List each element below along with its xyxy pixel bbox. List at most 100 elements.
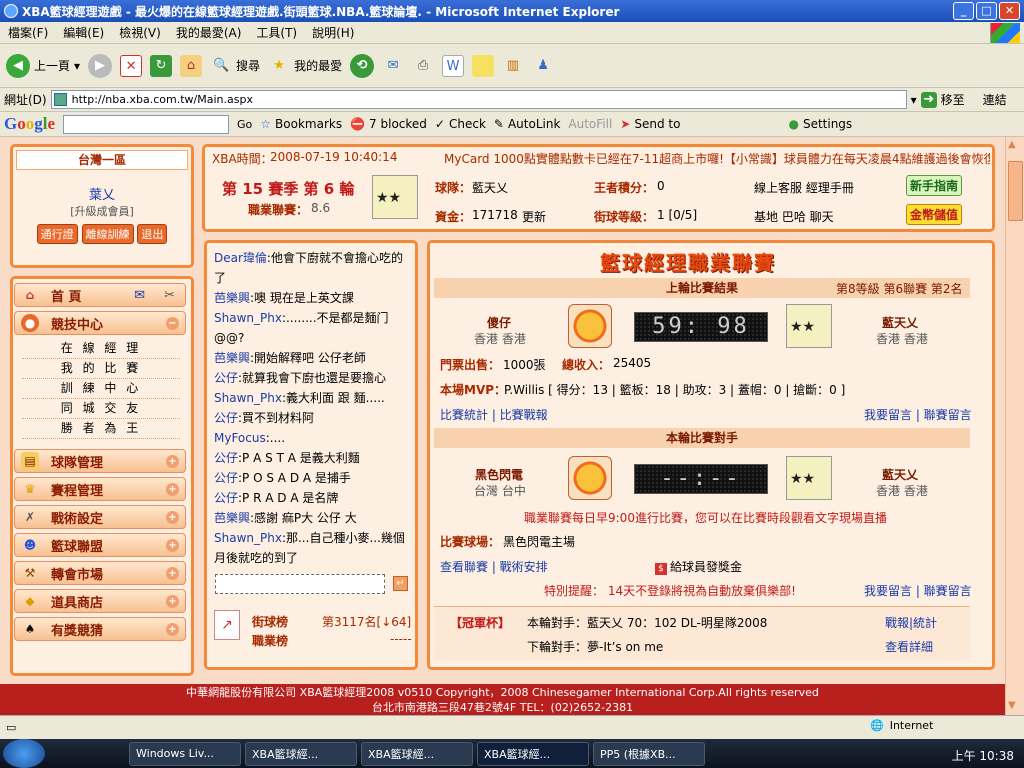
next-home-team[interactable]: 黑色閃電	[475, 466, 523, 483]
task-pp5[interactable]: PP5 (根據XB...	[593, 741, 705, 766]
user-rank[interactable]: [升級成會員]	[13, 203, 191, 219]
favorites-button[interactable]: ★ 我的最愛	[268, 55, 342, 77]
forward-button[interactable]: ▶	[88, 53, 113, 78]
expand-icon[interactable]: +	[166, 567, 179, 580]
links-button[interactable]: 連結	[983, 91, 1007, 108]
search-button[interactable]: 🔍 搜尋	[210, 55, 260, 77]
sendto-button[interactable]: ➤ Send to	[620, 117, 680, 131]
autolink-button[interactable]: ✎ AutoLink	[494, 117, 561, 131]
spellcheck-button[interactable]: ✓ Check	[435, 117, 486, 131]
bonus-link[interactable]: $ 給球員發獎金	[655, 558, 742, 575]
chat-author[interactable]: Shawn_Phx	[214, 311, 282, 325]
address-dropdown-icon[interactable]: ▾	[911, 93, 917, 107]
match-stats-links[interactable]: 比賽統計 | 比賽戰報	[440, 406, 548, 423]
cup-report-links[interactable]: 戰報|統計	[885, 614, 937, 631]
task-xba-2[interactable]: XBA籃球經...	[361, 741, 473, 766]
chat-author[interactable]: Dear瑋倫	[214, 251, 267, 265]
expand-icon[interactable]: +	[166, 483, 179, 496]
scroll-down-icon[interactable]: ▼	[1008, 700, 1016, 711]
menu-edit[interactable]: 編輯(E)	[63, 24, 104, 41]
mail-icon[interactable]: ✉	[134, 288, 145, 303]
league-tactics-links[interactable]: 查看聯賽 | 戰術安排	[440, 558, 548, 575]
task-windows-live[interactable]: Windows Liv...	[129, 741, 241, 766]
popup-blocker-button[interactable]: ⛔ 7 blocked	[350, 117, 427, 131]
submenu-training[interactable]: 訓 練 中 心	[22, 379, 180, 399]
minimize-button[interactable]: _	[953, 2, 974, 20]
nav-home[interactable]: ⌂ 首 頁 ✉ ✂	[14, 283, 186, 307]
scroll-thumb[interactable]	[1008, 161, 1023, 221]
nav-league[interactable]: ☻ 籃球聯盟 +	[14, 533, 186, 557]
news-marquee[interactable]: MyCard 1000點實體點數卡已經在7-11超商上市囉!【小常識】球員體力在…	[444, 150, 990, 167]
street-rank-label[interactable]: 街球榜	[252, 613, 288, 630]
task-xba-1[interactable]: XBA籃球經...	[245, 741, 357, 766]
google-go-button[interactable]: Go	[237, 118, 252, 131]
submenu-king[interactable]: 勝 者 為 王	[22, 419, 180, 439]
chat-author[interactable]: 公仔	[214, 411, 238, 425]
submenu-online-manager[interactable]: 在 線 經 理	[22, 339, 180, 359]
next-away-team[interactable]: 藍天乂	[882, 466, 918, 483]
edit-icon[interactable]: W	[442, 54, 465, 77]
submenu-friends[interactable]: 同 城 交 友	[22, 399, 180, 419]
chat-author[interactable]: Shawn_Phx	[214, 391, 282, 405]
menu-tools[interactable]: 工具(T)	[256, 24, 297, 41]
tools-icon[interactable]: ✂	[164, 288, 175, 303]
nav-tactics[interactable]: ✗ 戰術設定 +	[14, 505, 186, 529]
chat-author[interactable]: 芭樂興	[214, 351, 250, 365]
nav-competition[interactable]: ● 競技中心 −	[14, 311, 186, 335]
away-team[interactable]: 藍天乂	[882, 314, 918, 331]
menu-file[interactable]: 檔案(F)	[8, 24, 48, 41]
gold-topup-button[interactable]: 金幣儲值	[906, 204, 963, 225]
task-xba-3[interactable]: XBA籃球經...	[477, 741, 589, 766]
cup-detail-link[interactable]: 查看詳細	[885, 638, 933, 655]
league-rank-label[interactable]: 職業榜	[252, 632, 288, 649]
chat-author[interactable]: 公仔	[214, 371, 238, 385]
chat-author[interactable]: 公仔	[214, 471, 238, 485]
base-links[interactable]: 基地 巴哈 聊天	[754, 208, 834, 225]
message-links-2[interactable]: 我要留言 | 聯賽留言	[864, 582, 972, 599]
history-icon[interactable]: ⟲	[350, 53, 375, 78]
address-input[interactable]: http://nba.xba.com.tw/Main.aspx	[50, 90, 907, 109]
expand-icon[interactable]: +	[166, 595, 179, 608]
menu-favorites[interactable]: 我的最愛(A)	[176, 24, 242, 41]
newbie-guide-button[interactable]: 新手指南	[906, 175, 963, 196]
mail-icon[interactable]: ✉	[382, 55, 404, 77]
autofill-button[interactable]: AutoFill	[568, 117, 612, 131]
home-team[interactable]: 傻仔	[487, 314, 511, 331]
chat-author[interactable]: Shawn_Phx	[214, 531, 282, 545]
refresh-icon[interactable]: ↻	[150, 54, 173, 77]
expand-icon[interactable]: +	[166, 511, 179, 524]
message-links[interactable]: 我要留言 | 聯賽留言	[864, 406, 972, 423]
maximize-button[interactable]: □	[976, 2, 997, 20]
expand-icon[interactable]: +	[166, 539, 179, 552]
home-icon[interactable]: ⌂	[180, 54, 203, 77]
go-button[interactable]: ➜ 移至	[920, 91, 965, 108]
stop-icon[interactable]: ✕	[120, 54, 143, 77]
scroll-up-icon[interactable]: ▲	[1008, 139, 1016, 150]
menu-view[interactable]: 檢視(V)	[119, 24, 161, 41]
messenger-icon[interactable]: ♟	[532, 55, 554, 77]
chat-author[interactable]: 芭樂興	[214, 511, 250, 525]
expand-icon[interactable]: +	[166, 623, 179, 636]
update-link[interactable]: 更新	[522, 208, 546, 225]
print-icon[interactable]: ⎙	[412, 55, 434, 77]
collapse-icon[interactable]: −	[166, 317, 179, 330]
offline-training-button[interactable]: 離線訓練	[81, 224, 134, 244]
chat-author[interactable]: 公仔	[214, 491, 238, 505]
vertical-scrollbar[interactable]: ▲ ▼	[1005, 137, 1024, 715]
user-name[interactable]: 葉乂	[13, 184, 191, 203]
nav-quiz[interactable]: ♠ 有獎競猜 +	[14, 617, 186, 641]
back-button[interactable]: ◀ 上一頁 ▾	[6, 53, 80, 78]
expand-icon[interactable]: +	[166, 455, 179, 468]
research-icon[interactable]: ▥	[502, 55, 524, 77]
start-button[interactable]	[3, 739, 45, 768]
settings-button[interactable]: ● Settings	[788, 117, 852, 131]
chat-author[interactable]: 公仔	[214, 451, 238, 465]
submenu-my-matches[interactable]: 我 的 比 賽	[22, 359, 180, 379]
nav-transfer[interactable]: ⚒ 轉會市場 +	[14, 561, 186, 585]
nav-shop[interactable]: ◆ 道具商店 +	[14, 589, 186, 613]
close-button[interactable]: ✕	[999, 2, 1020, 20]
nav-team[interactable]: ▤ 球隊管理 +	[14, 449, 186, 473]
nav-schedule[interactable]: ♛ 賽程管理 +	[14, 477, 186, 501]
bookmarks-button[interactable]: ☆ Bookmarks	[260, 117, 342, 131]
chat-input[interactable]	[215, 574, 385, 594]
